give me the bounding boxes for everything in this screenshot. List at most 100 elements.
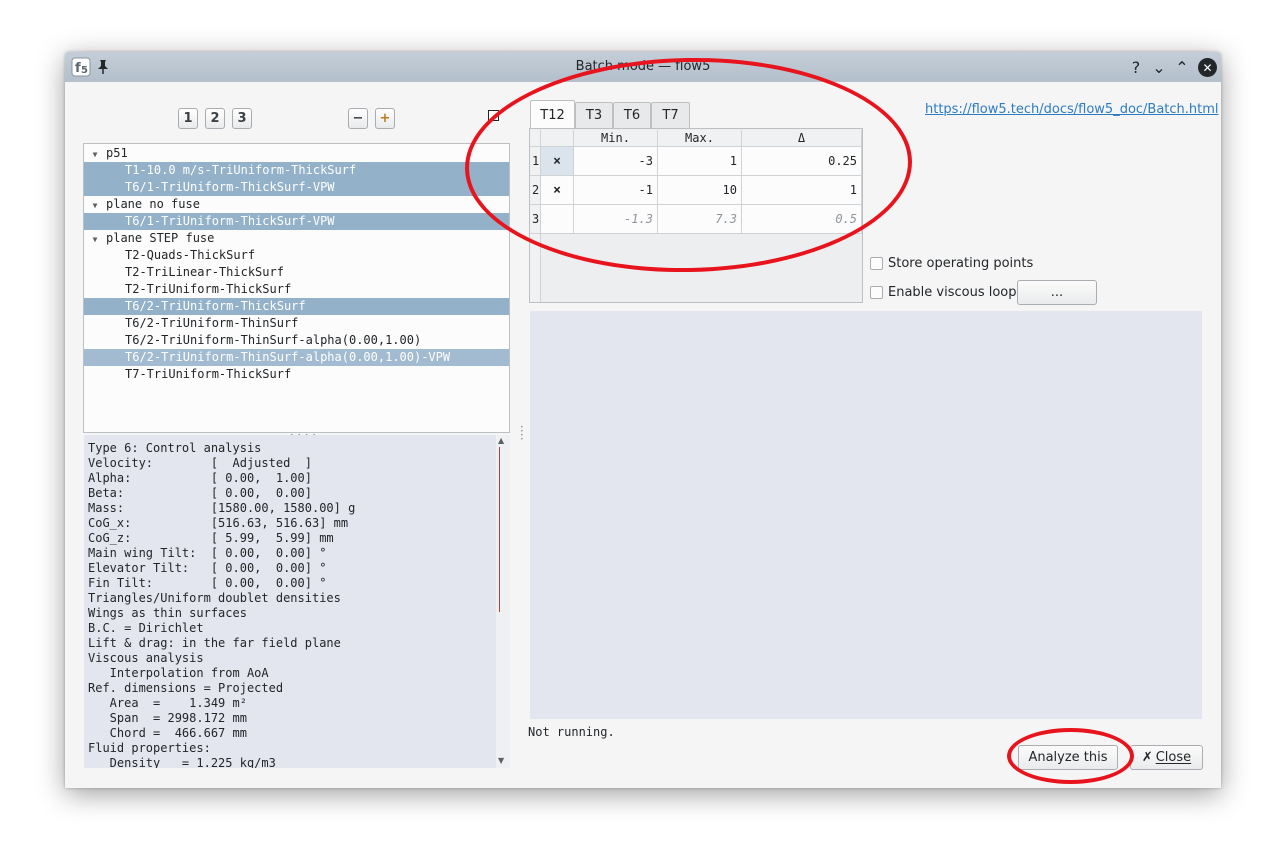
analysis-tree[interactable]: ▼ p51 T1-10.0 m/s-TriUniform-ThickSurf T6/1… xyxy=(83,143,510,433)
documentation-link[interactable]: https://flow5.tech/docs/flow5_doc/Batch.… xyxy=(925,102,1219,117)
expand-arrow-icon[interactable]: ▼ xyxy=(88,146,102,163)
delta-cell[interactable]: 1 xyxy=(742,176,862,205)
tree-item[interactable]: T1-10.0 m/s-TriUniform-ThickSurf xyxy=(84,162,509,179)
close-label: Close xyxy=(1155,750,1192,765)
tab-t3[interactable]: T3 xyxy=(575,102,613,128)
tree-group[interactable]: ▼ plane no fuse xyxy=(84,196,509,213)
details-line: Beta: [ 0.00, 0.00] xyxy=(88,486,312,500)
corner-header xyxy=(530,130,541,147)
tree-item[interactable]: T6/2-TriUniform-ThinSurf xyxy=(84,315,509,332)
expand-arrow-icon[interactable]: ▼ xyxy=(88,197,102,214)
tab-t12[interactable]: T12 xyxy=(530,100,575,129)
enable-viscous-option[interactable]: Enable viscous loop xyxy=(870,285,1017,300)
tree-item-label: T2-Quads-ThickSurf xyxy=(125,248,256,262)
close-window-button[interactable]: ✕ xyxy=(1198,58,1217,77)
expand-all-button[interactable]: + xyxy=(375,108,395,129)
tree-group[interactable]: ▼ plane STEP fuse xyxy=(84,230,509,247)
details-line: Main wing Tilt: [ 0.00, 0.00] ° xyxy=(88,546,327,560)
max-column-header[interactable]: Max. xyxy=(658,130,742,147)
max-cell[interactable]: 7.3 xyxy=(658,205,742,234)
min-column-header[interactable]: Min. xyxy=(574,130,658,147)
details-line: Fluid properties: xyxy=(88,741,211,755)
select-all-checkbox[interactable] xyxy=(488,110,499,121)
tree-item-label: T6/2-TriUniform-ThickSurf xyxy=(125,299,306,313)
tree-item-label: plane STEP fuse xyxy=(106,231,215,245)
analysis-details-text: Type 6: Control analysis Velocity: [ Adju… xyxy=(84,435,496,768)
level-1-button[interactable]: 1 xyxy=(178,108,198,129)
expand-arrow-icon[interactable]: ▼ xyxy=(88,231,102,248)
tree-item-label: T6/1-TriUniform-ThickSurf-VPW xyxy=(125,214,335,228)
row-active-toggle[interactable] xyxy=(541,205,574,234)
status-text: Not running. xyxy=(528,725,615,739)
details-line: Triangles/Uniform doublet densities xyxy=(88,591,341,605)
tab-t6[interactable]: T6 xyxy=(613,102,651,128)
maximize-button[interactable]: ⌃ xyxy=(1171,56,1193,78)
active-column-header xyxy=(541,130,574,147)
scrollbar-track[interactable] xyxy=(499,447,500,612)
min-cell[interactable]: -1 xyxy=(574,176,658,205)
close-button[interactable]: ✗ Close xyxy=(1130,745,1203,770)
tree-item-label: T6/2-TriUniform-ThinSurf-alpha(0.00,1.00… xyxy=(125,333,422,347)
tree-item[interactable]: T6/1-TriUniform-ThickSurf-VPW xyxy=(84,213,509,230)
details-line: Lift & drag: in the far field plane xyxy=(88,636,341,650)
tree-item-label: p51 xyxy=(106,146,128,160)
analyze-button[interactable]: Analyze this xyxy=(1018,745,1118,770)
tree-item-label: plane no fuse xyxy=(106,197,200,211)
tree-item[interactable]: T2-TriUniform-ThickSurf xyxy=(84,281,509,298)
details-line: Wings as thin surfaces xyxy=(88,606,247,620)
tree-item-label: T2-TriUniform-ThickSurf xyxy=(125,282,292,296)
scroll-up-icon[interactable]: ▲ xyxy=(498,436,504,445)
level-3-button[interactable]: 3 xyxy=(232,108,252,129)
tab-t7[interactable]: T7 xyxy=(651,102,690,128)
tree-item-label: T2-TriLinear-ThickSurf xyxy=(125,265,284,279)
details-pre: Type 6: Control analysis Velocity: [ Adju… xyxy=(88,441,496,768)
store-op-points-label: Store operating points xyxy=(888,256,1034,271)
viscous-settings-button[interactable]: ... xyxy=(1017,280,1097,305)
details-scrollbar[interactable]: ▲ ▼ xyxy=(496,435,510,768)
tree-item[interactable]: T6/2-TriUniform-ThinSurf-alpha(0.00,1.00… xyxy=(84,349,509,366)
details-line: B.C. = Dirichlet xyxy=(88,621,204,635)
row-number[interactable]: 3 xyxy=(530,205,541,234)
details-line: Span = 2998.172 mm xyxy=(88,711,247,725)
details-line: Density = 1.225 kg/m3 xyxy=(88,756,276,768)
enable-viscous-label: Enable viscous loop xyxy=(888,285,1017,300)
collapse-all-button[interactable]: − xyxy=(348,108,368,129)
row-number[interactable]: 1 xyxy=(530,147,541,176)
min-cell[interactable]: -1.3 xyxy=(574,205,658,234)
help-button[interactable]: ? xyxy=(1125,56,1147,78)
tree-item-label: T7-TriUniform-ThickSurf xyxy=(125,367,292,381)
tree-group[interactable]: ▼ p51 xyxy=(84,145,509,162)
store-op-points-option[interactable]: Store operating points xyxy=(870,256,1033,271)
tree-item[interactable]: T7-TriUniform-ThickSurf xyxy=(84,366,509,383)
tree-item[interactable]: T2-Quads-ThickSurf xyxy=(84,247,509,264)
tree-item-label: T6/1-TriUniform-ThickSurf-VPW xyxy=(125,180,335,194)
tree-item[interactable]: T6/2-TriUniform-ThinSurf-alpha(0.00,1.00… xyxy=(84,332,509,349)
max-cell[interactable]: 1 xyxy=(658,147,742,176)
scroll-down-icon[interactable]: ▼ xyxy=(498,756,504,765)
tree-item[interactable]: T2-TriLinear-ThickSurf xyxy=(84,264,509,281)
max-cell[interactable]: 10 xyxy=(658,176,742,205)
details-line: Mass: [1580.00, 1580.00] g xyxy=(88,501,356,515)
details-line: Type 6: Control analysis xyxy=(88,441,262,455)
level-2-button[interactable]: 2 xyxy=(205,108,225,129)
details-line: Area = 1.349 m² xyxy=(88,696,247,710)
batch-dialog: f 5 Batch mode — flow5 ? ⌄ ⌃ ✕ 1 2 3 − +… xyxy=(65,52,1221,788)
delta-column-header[interactable]: Δ xyxy=(742,130,862,147)
delta-cell[interactable]: 0.5 xyxy=(742,205,862,234)
min-cell[interactable]: -3 xyxy=(574,147,658,176)
row-number[interactable]: 2 xyxy=(530,176,541,205)
tree-item[interactable]: T6/1-TriUniform-ThickSurf-VPW xyxy=(84,179,509,196)
details-line: Ref. dimensions = Projected xyxy=(88,681,284,695)
minimize-button[interactable]: ⌄ xyxy=(1148,56,1170,78)
close-x-icon: ✗ xyxy=(1141,750,1153,765)
details-line: Fin Tilt: [ 0.00, 0.00] ° xyxy=(88,576,327,590)
vertical-splitter-handle[interactable]: • • • • xyxy=(520,425,524,443)
delta-cell[interactable]: 0.25 xyxy=(742,147,862,176)
row-header-filler xyxy=(530,234,541,302)
tree-item[interactable]: T6/2-TriUniform-ThickSurf xyxy=(84,298,509,315)
row-active-toggle[interactable]: × xyxy=(541,147,574,176)
store-op-points-checkbox[interactable] xyxy=(870,257,883,270)
enable-viscous-checkbox[interactable] xyxy=(870,286,883,299)
window-title: Batch mode — flow5 xyxy=(575,59,711,74)
row-active-toggle[interactable]: × xyxy=(541,176,574,205)
